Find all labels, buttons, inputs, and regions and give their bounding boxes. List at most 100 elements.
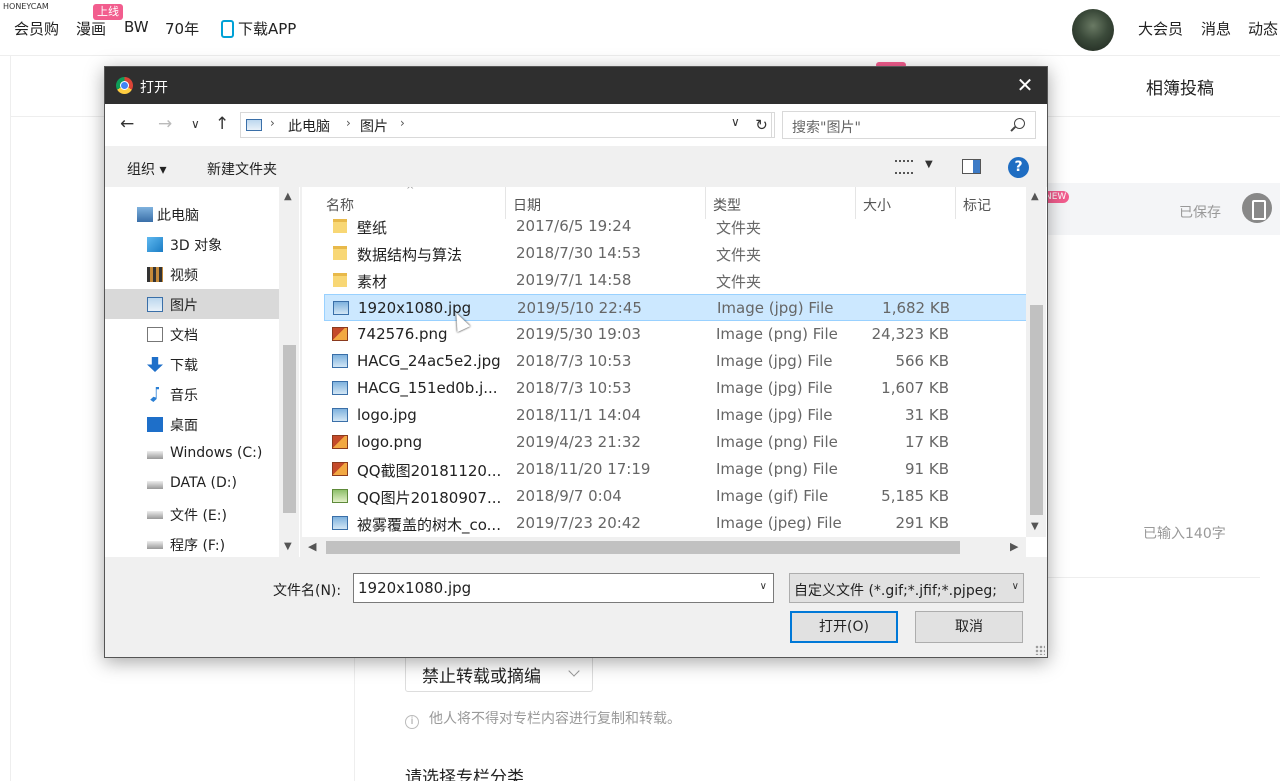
file-row[interactable]: 素材 2019/7/1 14:58 文件夹 [324,267,1027,294]
tree-item[interactable]: DATA (D:) [105,469,279,499]
help-icon[interactable]: ? [1008,157,1029,178]
file-type: Image (jpeg) File [716,514,842,532]
preview-pane-icon[interactable] [962,159,981,174]
repost-hint: i 他人将不得对专栏内容进行复制和转载。 [405,708,681,729]
nav-item-big-vip[interactable]: 大会员 [1138,18,1183,39]
file-row[interactable]: 壁纸 2017/6/5 19:24 文件夹 [324,213,1027,240]
tree-item[interactable]: 3D 对象 [105,229,279,259]
tree-item-label: 图片 [170,298,198,314]
file-name: 被雾覆盖的树木_co... [357,516,501,534]
file-row[interactable]: 被雾覆盖的树木_co... 2019/7/23 20:42 Image (jpeg)… [324,510,1027,537]
album-submit-tab[interactable]: 相簿投稿 [1146,74,1214,99]
scrollbar-thumb[interactable] [283,345,296,513]
column-tags[interactable]: 标记 [963,195,991,215]
nav-item-download-app[interactable]: 下载APP [238,18,296,39]
column-type[interactable]: 类型 [713,195,741,215]
close-button[interactable]: ✕ [1003,67,1047,104]
tree-item[interactable]: 文件 (E:) [105,499,279,529]
file-row[interactable]: QQ截图20181120... 2018/11/20 17:19 Image (pn… [324,456,1027,483]
scroll-down-arrow[interactable]: ▼ [284,541,292,552]
avatar[interactable] [1072,9,1114,51]
tree-item[interactable]: 此电脑 [105,199,279,229]
scroll-up-arrow[interactable]: ▲ [1031,191,1039,202]
column-name[interactable]: 名称 [326,195,354,215]
file-date: 2019/5/10 22:45 [517,299,642,317]
tree-item[interactable]: 图片 [105,289,279,319]
back-button[interactable]: ← [120,114,134,134]
forward-button[interactable]: → [158,114,172,134]
tree-item-label: 此电脑 [157,208,199,224]
dialog-titlebar[interactable]: 打开 ✕ [105,67,1047,104]
organize-button[interactable]: 组织 ▾ [127,159,166,179]
scrollbar-thumb[interactable] [326,541,960,554]
search-icon[interactable] [1014,118,1025,129]
nav-item-bw[interactable]: BW [124,18,149,36]
search-placeholder: 搜索"图片" [792,120,861,136]
horizontal-scrollbar[interactable]: ◀ ▶ [302,537,1026,557]
nav-item-dynamics[interactable]: 动态 [1248,18,1278,39]
tree-item[interactable]: 视频 [105,259,279,289]
filetype-select[interactable]: 自定义文件 (*.gif;*.jfif;*.pjpeg; ∨ [789,573,1024,603]
dialog-bottom: 文件名(N): 1920x1080.jpg ∨ 自定义文件 (*.gif;*.j… [105,557,1047,657]
file-row[interactable]: 数据结构与算法 2018/7/30 14:53 文件夹 [324,240,1027,267]
breadcrumb-pictures[interactable]: 图片 [360,116,388,136]
tree-item[interactable]: Windows (C:) [105,439,279,469]
file-row[interactable]: logo.jpg 2018/11/1 14:04 Image (jpg) File 3… [324,402,1027,429]
mobile-preview-button[interactable] [1242,193,1272,223]
search-input[interactable]: 搜索"图片" [782,111,1036,139]
file-row[interactable]: 1920x1080.jpg 2019/5/10 22:45 Image (jpg) … [324,294,1027,321]
file-date: 2019/4/23 21:32 [516,433,641,451]
scroll-up-arrow[interactable]: ▲ [284,191,292,202]
file-size: 291 KB [895,514,949,532]
filename-input[interactable]: 1920x1080.jpg ∨ [353,573,774,603]
file-row[interactable]: HACG_151ed0b.j... 2018/7/3 10:53 Image (jp… [324,375,1027,402]
file-row[interactable]: logo.png 2019/4/23 21:32 Image (png) File 1… [324,429,1027,456]
image-file-icon [332,462,348,476]
file-row[interactable]: HACG_24ac5e2.jpg 2018/7/3 10:53 Image (jpg… [324,348,1027,375]
view-dropdown-button[interactable]: ▼ [925,159,933,170]
tree-item[interactable]: 音乐 [105,379,279,409]
nav-item-manga[interactable]: 漫画 [76,18,106,39]
resize-grip[interactable] [1035,645,1045,655]
tree-scrollbar[interactable]: ▲ ▼ [279,187,299,557]
recent-locations-button[interactable]: ∨ [191,117,200,131]
file-name: logo.png [357,433,423,451]
file-type: Image (png) File [716,433,838,451]
folder-icon [333,273,347,287]
refresh-button[interactable]: ↻ [749,112,775,138]
breadcrumb-separator: › [270,116,275,130]
dialog-title: 打开 [140,80,168,96]
column-date[interactable]: 日期 [513,195,541,215]
cancel-button[interactable]: 取消 [915,611,1023,643]
chevron-down-icon[interactable]: ∨ [1009,581,1019,592]
file-row[interactable]: 742576.png 2019/5/30 19:03 Image (png) Fil… [324,321,1027,348]
tree-item[interactable]: 桌面 [105,409,279,439]
chevron-down-icon[interactable]: ∨ [760,581,767,592]
scroll-left-arrow[interactable]: ◀ [308,540,316,553]
address-dropdown-button[interactable]: ∨ [731,115,740,129]
repost-select[interactable]: 禁止转载或摘编 [405,652,593,692]
tree-item[interactable]: 程序 (F:) [105,529,279,557]
column-size[interactable]: 大小 [863,195,891,215]
tree-item-label: 3D 对象 [170,238,223,254]
repost-hint-text: 他人将不得对专栏内容进行复制和转载。 [429,711,681,727]
nav-item-70[interactable]: 70年 [165,18,199,39]
new-folder-button[interactable]: 新建文件夹 [207,159,277,179]
vertical-scrollbar[interactable]: ▲ ▼ [1026,187,1046,537]
nav-item-vip-shop[interactable]: 会员购 [14,18,59,39]
breadcrumb-this-pc[interactable]: 此电脑 [288,116,330,136]
file-row[interactable]: QQ图片20180907... 2018/9/7 0:04 Image (gif) … [324,483,1027,510]
image-file-icon [332,435,348,449]
sort-ascending-icon: ^ [406,187,415,196]
scroll-right-arrow[interactable]: ▶ [1010,540,1018,553]
up-button[interactable]: ↑ [215,114,229,134]
open-button[interactable]: 打开(O) [790,611,898,643]
tree-item[interactable]: 下载 [105,349,279,379]
filetype-value: 自定义文件 (*.gif;*.jfif;*.pjpeg; [794,583,997,599]
view-options-icon[interactable] [895,160,913,174]
tree-item[interactable]: 文档 [105,319,279,349]
scroll-down-arrow[interactable]: ▼ [1031,521,1039,532]
scrollbar-thumb[interactable] [1030,305,1043,515]
nav-item-messages[interactable]: 消息 [1201,18,1231,39]
address-bar[interactable]: › 此电脑 › 图片 › ∨ [240,112,772,138]
